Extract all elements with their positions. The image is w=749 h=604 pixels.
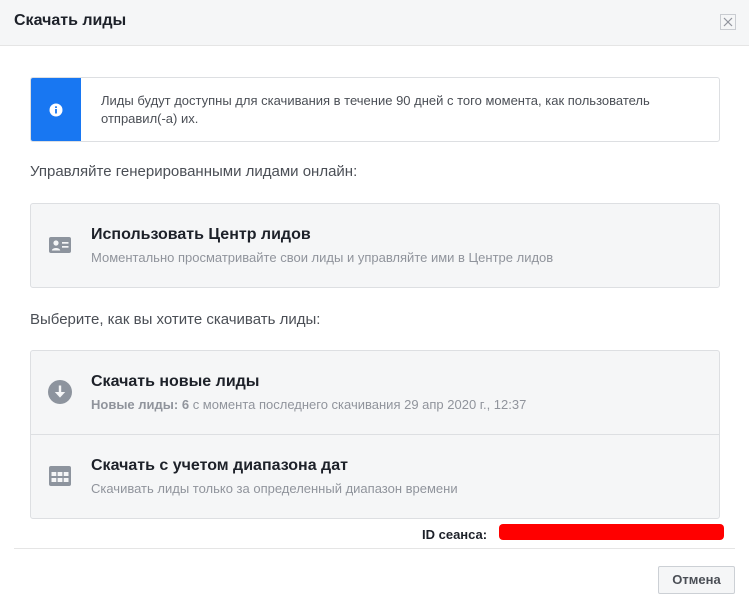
download-arrow-icon <box>48 380 72 404</box>
leads-center-subtitle: Моментально просматривайте свои лиды и у… <box>91 250 554 265</box>
new-leads-title: Скачать новые лиды <box>91 373 260 390</box>
leads-center-title: Использовать Центр лидов <box>91 226 311 243</box>
download-new-leads-option[interactable]: Скачать новые лиды Новые лиды: 6 с момен… <box>31 351 719 435</box>
date-range-subtitle: Скачивать лиды только за определенный ди… <box>91 481 458 496</box>
close-icon <box>723 17 733 27</box>
download-section-label: Выберите, как вы хотите скачивать лиды: <box>30 311 321 328</box>
download-leads-dialog: Скачать лиды Лиды будут доступны для ска… <box>0 0 749 604</box>
info-icon <box>49 103 63 117</box>
new-leads-count: 6 <box>181 397 190 412</box>
footer-divider <box>14 548 735 549</box>
session-id-label: ID сеанса: <box>422 527 488 542</box>
calendar-grid-icon <box>49 466 71 486</box>
date-range-title: Скачать с учетом диапазона дат <box>91 457 348 474</box>
dialog-title: Скачать лиды <box>14 12 127 29</box>
new-leads-count-label: Новые лиды: <box>91 397 179 412</box>
new-leads-subtitle: Новые лиды: 6 с момента последнего скачи… <box>91 397 526 412</box>
info-text: Лиды будут доступны для скачивания в теч… <box>101 93 650 126</box>
download-date-range-option[interactable]: Скачать с учетом диапазона дат Скачивать… <box>31 435 719 519</box>
use-leads-center-option[interactable]: Использовать Центр лидов Моментально про… <box>30 203 720 288</box>
close-button[interactable] <box>720 14 736 30</box>
contact-card-icon <box>49 237 71 253</box>
session-id-redacted <box>499 524 724 540</box>
info-strip <box>31 78 81 141</box>
info-notice: Лиды будут доступны для скачивания в теч… <box>30 77 720 142</box>
dialog-header: Скачать лиды <box>0 0 749 46</box>
cancel-button[interactable]: Отмена <box>658 566 735 594</box>
download-options-group: Скачать новые лиды Новые лиды: 6 с момен… <box>30 350 720 519</box>
manage-section-label: Управляйте генерированными лидами онлайн… <box>30 163 358 180</box>
new-leads-since: с момента последнего скачивания 29 апр 2… <box>192 397 527 412</box>
